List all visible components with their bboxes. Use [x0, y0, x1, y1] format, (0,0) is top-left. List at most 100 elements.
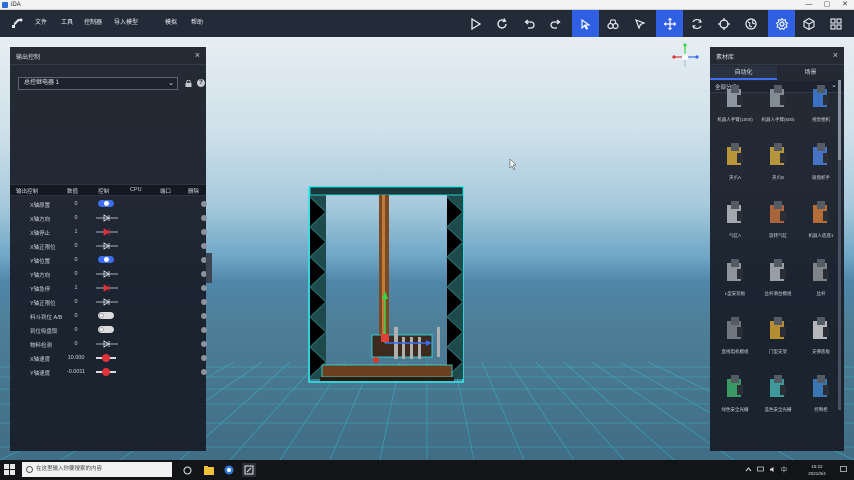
close-button[interactable]: ✕ [836, 0, 854, 10]
rotate-tool-button[interactable] [683, 10, 710, 37]
ida-app-taskbar-icon[interactable] [242, 463, 256, 477]
move-arrows-tool-button[interactable] [656, 10, 683, 37]
tab-scene[interactable]: 场景 [777, 66, 844, 80]
library-item[interactable]: 视觉相机 [802, 83, 840, 139]
output-control[interactable] [96, 311, 118, 321]
library-item[interactable]: 蓝色安全光栅 [759, 373, 797, 429]
close-library-icon[interactable]: × [833, 50, 838, 60]
diode-output-icon[interactable] [96, 339, 118, 349]
select-cursor-tool-button[interactable] [572, 10, 599, 37]
diode-output-icon[interactable] [96, 241, 118, 251]
toggle-switch[interactable] [98, 200, 114, 207]
library-item[interactable]: 机器人手臂(600) [759, 83, 797, 139]
binoculars-tool-button[interactable] [599, 10, 626, 37]
delete-icon[interactable] [201, 243, 207, 249]
library-item[interactable]: 机器人底座1 [802, 199, 840, 255]
output-control[interactable] [96, 241, 118, 251]
output-control[interactable] [96, 199, 118, 209]
toggle-switch[interactable] [98, 256, 114, 263]
output-control[interactable] [96, 339, 118, 349]
delete-icon[interactable] [201, 341, 207, 347]
library-item[interactable]: 丝杆 [802, 257, 840, 313]
lock-icon[interactable] [185, 80, 192, 87]
library-item[interactable]: 吸盘抓手 [802, 141, 840, 197]
menu-file[interactable]: 文件 [35, 19, 47, 27]
toggle-switch[interactable] [98, 312, 114, 319]
library-item[interactable]: 旋转气缸 [759, 199, 797, 255]
refresh-tool-button[interactable] [488, 10, 515, 37]
library-item[interactable]: 控制柜 [802, 373, 840, 429]
delete-icon[interactable] [201, 313, 207, 319]
network-icon[interactable] [757, 466, 764, 473]
delete-icon[interactable] [201, 369, 207, 375]
diode-output-icon[interactable] [96, 297, 118, 307]
output-control[interactable] [96, 297, 118, 307]
menu-import-model[interactable]: 导入模型 [114, 19, 138, 27]
menu-controller[interactable]: 控制器 [84, 19, 102, 27]
output-control[interactable] [96, 269, 118, 279]
browser-app-icon[interactable] [222, 463, 236, 477]
task-view-icon[interactable] [180, 463, 194, 477]
library-item[interactable]: 夹爪B [759, 141, 797, 197]
delete-icon[interactable] [201, 201, 207, 207]
library-scrollbar-thumb[interactable] [838, 80, 841, 160]
diode-active-icon[interactable] [96, 227, 118, 237]
notifications-icon[interactable] [840, 466, 847, 473]
system-clock[interactable]: 15:22 2021/6/4 [800, 463, 834, 477]
redo-tool-button[interactable] [542, 10, 569, 37]
gear-tool-button[interactable] [768, 10, 795, 37]
tab-automation[interactable]: 自动化 [710, 66, 777, 80]
undo-tool-button[interactable] [515, 10, 542, 37]
diode-output-icon[interactable] [96, 213, 118, 223]
delete-icon[interactable] [201, 229, 207, 235]
library-item[interactable]: 机器人手臂(1000) [716, 83, 754, 139]
library-item[interactable]: 气缸A [716, 199, 754, 255]
output-control[interactable] [96, 255, 118, 265]
panel-collapse-handle[interactable] [206, 253, 212, 283]
volume-icon[interactable] [769, 466, 776, 473]
taskbar-search-box[interactable]: 在这里输入你要搜索的内容 [22, 462, 172, 477]
delete-icon[interactable] [201, 215, 207, 221]
library-item[interactable]: 绿色安全光栅 [716, 373, 754, 429]
output-control[interactable] [96, 353, 118, 363]
gantry-machine-model[interactable] [308, 186, 464, 383]
crosshair-tool-button[interactable] [710, 10, 737, 37]
view-orientation-gizmo[interactable] [672, 43, 699, 67]
menu-help[interactable]: 帮助 [191, 19, 203, 27]
diode-active-icon[interactable] [96, 283, 118, 293]
library-item[interactable]: 支撑底板 [802, 315, 840, 371]
delete-icon[interactable] [201, 327, 207, 333]
delete-icon[interactable] [201, 299, 207, 305]
diode-output-icon[interactable] [96, 269, 118, 279]
output-control[interactable] [96, 367, 118, 377]
play-tool-button[interactable] [461, 10, 488, 37]
close-panel-icon[interactable]: × [195, 50, 200, 60]
library-item[interactable]: 夹爪A [716, 141, 754, 197]
maximize-button[interactable]: ▢ [818, 0, 836, 10]
delete-icon[interactable] [201, 285, 207, 291]
library-item[interactable]: 直线电机模组 [716, 315, 754, 371]
windows-start-icon[interactable] [4, 464, 15, 475]
menu-simulation[interactable]: 模拟 [165, 19, 177, 27]
help-icon[interactable]: ? [197, 79, 205, 87]
library-item[interactable]: 丝杆滑台模组 [759, 257, 797, 313]
pointer-tool-button[interactable] [626, 10, 653, 37]
file-explorer-icon[interactable] [202, 463, 216, 477]
relay-select[interactable]: 总控继电器 1 ⌄ [18, 77, 178, 90]
globe-tool-button[interactable] [737, 10, 764, 37]
minimize-button[interactable]: — [800, 0, 818, 10]
delete-icon[interactable] [201, 355, 207, 361]
toggle-switch[interactable] [98, 326, 114, 333]
ime-icon[interactable]: 中 [781, 466, 788, 473]
menu-tools[interactable]: 工具 [61, 19, 73, 27]
chevron-up-icon[interactable] [745, 466, 752, 473]
output-control[interactable] [96, 283, 118, 293]
output-control[interactable] [96, 213, 118, 223]
output-control[interactable] [96, 227, 118, 237]
output-control[interactable] [96, 325, 118, 335]
library-item[interactable]: L型安装板 [716, 257, 754, 313]
cube-tool-button[interactable] [795, 10, 822, 37]
library-scrollbar[interactable] [838, 80, 841, 410]
grid-tool-button[interactable] [822, 10, 849, 37]
library-item[interactable]: 门型支架 [759, 315, 797, 371]
